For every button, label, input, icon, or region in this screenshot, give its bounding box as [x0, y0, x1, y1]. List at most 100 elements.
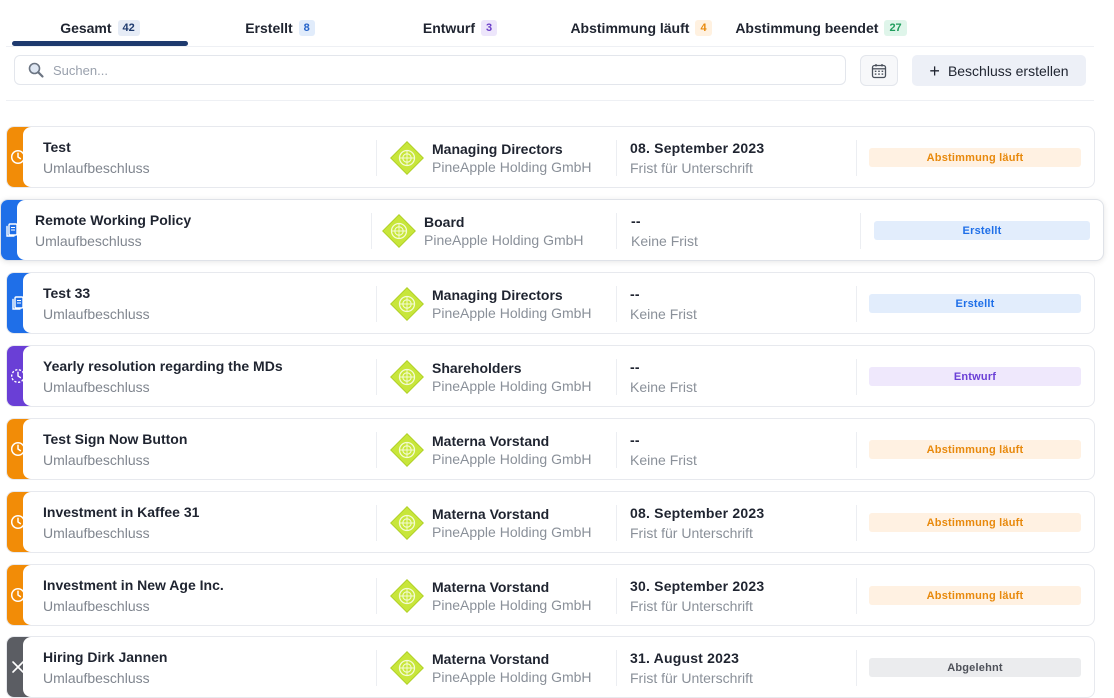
- board-name: Managing Directors: [432, 141, 563, 157]
- column-divider: [856, 432, 857, 468]
- toolbar-divider: [6, 100, 1094, 101]
- resolution-row[interactable]: Remote Working Policy Umlaufbeschluss Boar…: [0, 199, 1104, 261]
- deadline-label: Keine Frist: [630, 306, 697, 322]
- resolution-title: Test 33: [43, 285, 91, 301]
- company-name: PineApple Holding GmbH: [432, 159, 592, 175]
- company-name: PineApple Holding GmbH: [432, 597, 592, 613]
- tab-label: Abstimmung läuft: [570, 20, 690, 36]
- status-strip: [7, 565, 39, 625]
- column-divider: [616, 140, 617, 176]
- status-badge: Abstimmung läuft: [869, 148, 1081, 167]
- deadline-label: Keine Frist: [631, 233, 698, 249]
- resolution-type: Umlaufbeschluss: [43, 160, 150, 176]
- deadline-label: Keine Frist: [630, 379, 697, 395]
- company-name: PineApple Holding GmbH: [432, 378, 592, 394]
- column-divider: [616, 286, 617, 322]
- resolution-title: Test: [43, 139, 71, 155]
- status-badge: Abstimmung läuft: [869, 586, 1081, 605]
- column-divider: [376, 505, 377, 541]
- document-copy-icon: [6, 222, 20, 238]
- resolution-title: Hiring Dirk Jannen: [43, 649, 168, 665]
- resolution-row[interactable]: Investment in New Age Inc. Umlaufbeschlus…: [6, 564, 1095, 626]
- column-divider: [376, 140, 377, 176]
- tab-label: Gesamt: [60, 20, 112, 36]
- column-divider: [616, 359, 617, 395]
- company-logo: [389, 432, 425, 468]
- column-divider: [856, 140, 857, 176]
- status-strip: [7, 127, 39, 187]
- resolution-row[interactable]: Yearly resolution regarding the MDs Umlau…: [6, 345, 1095, 407]
- deadline-label: Frist für Unterschrift: [630, 670, 753, 686]
- tab-abstimmung-laeuft[interactable]: Abstimmung läuft 4: [554, 14, 728, 42]
- tab-erstellt[interactable]: Erstellt 8: [194, 14, 366, 42]
- deadline-date: 30. September 2023: [630, 578, 765, 594]
- column-divider: [616, 650, 617, 686]
- tab-entwurf[interactable]: Entwurf 3: [372, 14, 548, 42]
- create-resolution-label: Beschluss erstellen: [947, 62, 1069, 79]
- column-divider: [616, 505, 617, 541]
- resolution-row[interactable]: Investment in Kaffee 31 Umlaufbeschluss Ma…: [6, 491, 1095, 553]
- active-tab-indicator: [12, 41, 188, 46]
- resolution-type: Umlaufbeschluss: [43, 452, 150, 468]
- board-name: Board: [424, 214, 465, 230]
- tab-count-badge: 42: [117, 20, 140, 36]
- column-divider: [616, 432, 617, 468]
- search-box[interactable]: [14, 55, 846, 85]
- resolution-title: Test Sign Now Button: [43, 431, 188, 447]
- tab-label: Erstellt: [245, 20, 293, 36]
- board-name: Materna Vorstand: [432, 651, 550, 667]
- company-logo: [381, 213, 417, 249]
- tab-label: Entwurf: [422, 20, 475, 36]
- deadline-label: Keine Frist: [630, 452, 697, 468]
- tabs-divider: [6, 46, 1094, 47]
- column-divider: [860, 213, 861, 249]
- deadline-date: --: [630, 432, 640, 448]
- clock-icon: [10, 587, 26, 603]
- status-badge: Entwurf: [869, 367, 1081, 386]
- tab-abstimmung-beendet[interactable]: Abstimmung beendet 27: [728, 14, 914, 42]
- board-name: Materna Vorstand: [432, 433, 550, 449]
- deadline-date: 08. September 2023: [630, 505, 765, 521]
- column-divider: [376, 432, 377, 468]
- resolution-type: Umlaufbeschluss: [43, 525, 150, 541]
- tab-gesamt[interactable]: Gesamt 42: [12, 14, 188, 42]
- tab-label: Abstimmung beendet: [735, 20, 879, 36]
- board-name: Materna Vorstand: [432, 579, 550, 595]
- resolution-row[interactable]: Test Umlaufbeschluss Managing Directors Pin…: [6, 126, 1095, 188]
- tab-count-badge: 3: [480, 20, 498, 36]
- status-strip: [7, 419, 39, 479]
- status-badge: Abgelehnt: [869, 658, 1081, 677]
- status-strip: [7, 492, 39, 552]
- plus-icon: +: [929, 60, 940, 81]
- resolution-type: Umlaufbeschluss: [43, 670, 150, 686]
- column-divider: [856, 505, 857, 541]
- resolution-type: Umlaufbeschluss: [43, 379, 150, 395]
- column-divider: [376, 578, 377, 614]
- deadline-date: 08. September 2023: [630, 140, 765, 156]
- create-resolution-button[interactable]: + Beschluss erstellen: [912, 55, 1086, 86]
- calendar-icon: [871, 63, 887, 78]
- deadline-label: Frist für Unterschrift: [630, 160, 753, 176]
- resolution-row[interactable]: Test Sign Now Button Umlaufbeschluss Mater…: [6, 418, 1095, 480]
- resolution-row[interactable]: Hiring Dirk Jannen Umlaufbeschluss Materna…: [6, 636, 1095, 698]
- deadline-date: --: [631, 213, 641, 229]
- status-strip: [7, 346, 39, 406]
- company-logo: [389, 140, 425, 176]
- resolution-row[interactable]: Test 33 Umlaufbeschluss Managing Directors…: [6, 272, 1095, 334]
- company-name: PineApple Holding GmbH: [432, 669, 592, 685]
- close-icon: [12, 660, 25, 674]
- column-divider: [616, 578, 617, 614]
- search-input[interactable]: [51, 61, 815, 79]
- date-filter-button[interactable]: [860, 55, 898, 86]
- company-logo: [389, 650, 425, 686]
- status-strip: [7, 637, 39, 697]
- column-divider: [371, 213, 372, 249]
- document-copy-icon: [12, 295, 26, 311]
- status-strip: [7, 273, 39, 333]
- column-divider: [856, 650, 857, 686]
- company-logo: [389, 286, 425, 322]
- deadline-date: --: [630, 359, 640, 375]
- column-divider: [856, 286, 857, 322]
- column-divider: [616, 213, 617, 249]
- company-name: PineApple Holding GmbH: [424, 232, 584, 248]
